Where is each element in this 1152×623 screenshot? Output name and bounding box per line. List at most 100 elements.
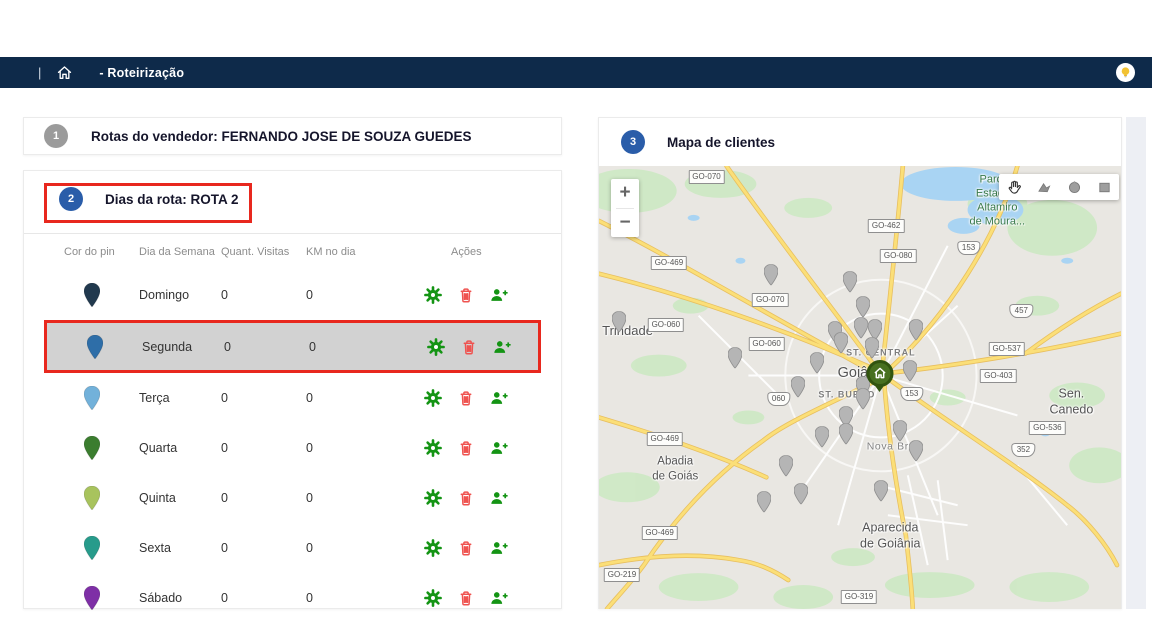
client-marker-icon[interactable] bbox=[856, 389, 870, 415]
home-base-marker-icon[interactable] bbox=[866, 360, 893, 392]
step-badge-2: 2 bbox=[59, 187, 83, 211]
trash-icon[interactable] bbox=[457, 439, 475, 457]
trash-icon[interactable] bbox=[457, 489, 475, 507]
vendor-routes-title: Rotas do vendedor: FERNANDO JOSE DE SOUZ… bbox=[91, 129, 472, 144]
lightbulb-icon[interactable] bbox=[1116, 63, 1135, 82]
person-add-icon[interactable] bbox=[490, 286, 508, 304]
col-header-visits: Quant. Visitas bbox=[221, 246, 306, 258]
map-place-label: Sen. Canedo bbox=[1047, 386, 1097, 417]
map-place-label: Aparecidade Goiânia bbox=[860, 520, 920, 551]
route-days-table-header: Cor do pin Dia da Semana Quant. Visitas … bbox=[44, 234, 541, 270]
polygon-tool-icon[interactable] bbox=[1035, 178, 1053, 196]
client-marker-icon[interactable] bbox=[815, 426, 829, 452]
person-add-icon[interactable] bbox=[490, 539, 508, 557]
route-day-row-terça[interactable]: Terça00 bbox=[44, 373, 541, 423]
breadcrumb: - Roteirização bbox=[99, 66, 184, 80]
gear-icon[interactable] bbox=[424, 539, 442, 557]
route-days-rows: Domingo00Segunda00Terça00Quarta00Quinta0… bbox=[44, 270, 541, 623]
client-marker-icon[interactable] bbox=[874, 480, 888, 506]
gear-icon[interactable] bbox=[424, 589, 442, 607]
hand-tool-icon[interactable] bbox=[1005, 178, 1023, 196]
km-count: 0 bbox=[306, 491, 416, 505]
client-marker-icon[interactable] bbox=[757, 491, 771, 517]
step-badge-3: 3 bbox=[621, 130, 645, 154]
road-shield: GO-060 bbox=[748, 337, 784, 351]
col-header-pin-color: Cor do pin bbox=[44, 246, 139, 258]
person-add-icon[interactable] bbox=[490, 489, 508, 507]
route-day-row-quinta[interactable]: Quinta00 bbox=[44, 473, 541, 523]
row-actions bbox=[416, 489, 541, 507]
day-name: Quinta bbox=[139, 491, 221, 505]
map-canvas[interactable]: GO-070GO-462153GO-080GO-469GO-070GO-060G… bbox=[599, 166, 1121, 609]
gear-icon[interactable] bbox=[424, 286, 442, 304]
gear-icon[interactable] bbox=[424, 489, 442, 507]
gear-icon[interactable] bbox=[424, 389, 442, 407]
road-shield: GO-219 bbox=[604, 568, 640, 582]
route-day-row-domingo[interactable]: Domingo00 bbox=[44, 270, 541, 320]
day-name: Segunda bbox=[142, 340, 224, 354]
client-marker-icon[interactable] bbox=[909, 319, 923, 345]
home-icon[interactable] bbox=[56, 65, 73, 81]
client-marker-icon[interactable] bbox=[779, 456, 793, 482]
road-shield: GO-403 bbox=[980, 369, 1016, 383]
map-drawing-toolbar bbox=[999, 174, 1119, 200]
client-marker-icon[interactable] bbox=[909, 440, 923, 466]
trash-icon[interactable] bbox=[460, 338, 478, 356]
navbar-separator: | bbox=[38, 65, 41, 80]
trash-icon[interactable] bbox=[457, 539, 475, 557]
day-pin-color-icon bbox=[44, 436, 139, 460]
person-add-icon[interactable] bbox=[490, 389, 508, 407]
row-actions bbox=[416, 389, 541, 407]
client-marker-icon[interactable] bbox=[612, 311, 626, 337]
route-day-row-quarta[interactable]: Quarta00 bbox=[44, 423, 541, 473]
zoom-in-button[interactable]: + bbox=[611, 179, 639, 208]
day-name: Domingo bbox=[139, 288, 221, 302]
client-marker-icon[interactable] bbox=[839, 424, 853, 450]
clients-map-header: 3 Mapa de clientes bbox=[599, 118, 1121, 166]
rectangle-tool-icon[interactable] bbox=[1095, 178, 1113, 196]
circle-tool-icon[interactable] bbox=[1065, 178, 1083, 196]
visits-count: 0 bbox=[221, 591, 306, 605]
zoom-out-button[interactable]: − bbox=[611, 209, 639, 238]
map-zoom-control: + − bbox=[611, 179, 639, 237]
client-marker-icon[interactable] bbox=[893, 421, 907, 447]
person-add-icon[interactable] bbox=[490, 439, 508, 457]
trash-icon[interactable] bbox=[457, 286, 475, 304]
client-marker-icon[interactable] bbox=[843, 271, 857, 297]
road-shield: GO-537 bbox=[988, 342, 1024, 356]
client-marker-icon[interactable] bbox=[728, 347, 742, 373]
road-shield: 457 bbox=[1010, 304, 1033, 318]
map-place-label: ST. CENTRAL bbox=[846, 347, 916, 358]
client-marker-icon[interactable] bbox=[794, 483, 808, 509]
trash-icon[interactable] bbox=[457, 589, 475, 607]
gear-icon[interactable] bbox=[424, 439, 442, 457]
km-count: 0 bbox=[306, 288, 416, 302]
road-shield: GO-319 bbox=[841, 590, 877, 604]
client-marker-icon[interactable] bbox=[834, 332, 848, 358]
person-add-icon[interactable] bbox=[490, 589, 508, 607]
day-pin-color-icon bbox=[44, 536, 139, 560]
trash-icon[interactable] bbox=[457, 389, 475, 407]
road-shield: GO-469 bbox=[651, 256, 687, 270]
road-shield: GO-462 bbox=[868, 219, 904, 233]
route-day-row-segunda[interactable]: Segunda00 bbox=[44, 320, 541, 373]
km-count: 0 bbox=[306, 591, 416, 605]
route-day-row-sexta[interactable]: Sexta00 bbox=[44, 523, 541, 573]
client-marker-icon[interactable] bbox=[903, 361, 917, 387]
client-marker-icon[interactable] bbox=[810, 352, 824, 378]
km-count: 0 bbox=[306, 391, 416, 405]
route-day-row-sábado[interactable]: Sábado00 bbox=[44, 573, 541, 623]
day-name: Terça bbox=[139, 391, 221, 405]
person-add-icon[interactable] bbox=[493, 338, 511, 356]
road-shield: 352 bbox=[1012, 443, 1035, 457]
route-days-panel: 2 Dias da rota: ROTA 2 Cor do pin Dia da… bbox=[23, 170, 562, 609]
km-count: 0 bbox=[306, 441, 416, 455]
client-marker-icon[interactable] bbox=[764, 264, 778, 290]
route-days-header: 2 Dias da rota: ROTA 2 bbox=[24, 171, 561, 234]
col-header-km: KM no dia bbox=[306, 246, 416, 258]
visits-count: 0 bbox=[224, 340, 309, 354]
client-marker-icon[interactable] bbox=[791, 376, 805, 402]
road-shield: 153 bbox=[957, 241, 980, 255]
gear-icon[interactable] bbox=[427, 338, 445, 356]
top-navbar: | - Roteirização bbox=[0, 57, 1152, 88]
